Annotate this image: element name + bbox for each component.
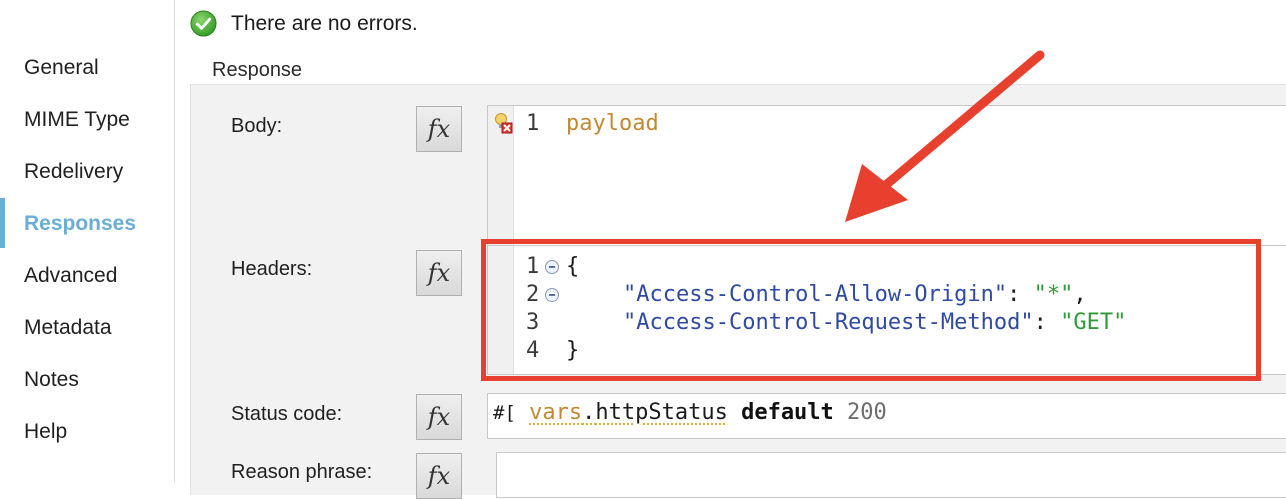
code-line: #[ vars.httpStatus default 200 xyxy=(493,400,887,425)
sidebar-item-help[interactable]: Help xyxy=(24,420,67,444)
headers-fx-button[interactable]: fx xyxy=(416,250,462,296)
status-code-fx-button[interactable]: fx xyxy=(416,394,462,440)
sidebar-item-general[interactable]: General xyxy=(24,56,99,80)
headers-label: Headers: xyxy=(231,258,313,280)
body-label: Body: xyxy=(231,115,283,137)
reason-phrase-fx-button[interactable]: fx xyxy=(416,453,462,499)
body-fx-button[interactable]: fx xyxy=(416,106,462,152)
status-code-editor[interactable]: #[ vars.httpStatus default 200 xyxy=(487,393,1286,439)
active-indicator xyxy=(0,198,5,248)
sidebar-item-redelivery[interactable]: Redelivery xyxy=(24,160,123,184)
sidebar-item-responses[interactable]: Responses xyxy=(24,212,136,236)
fx-icon: fx xyxy=(427,403,451,431)
status-code-label: Status code: xyxy=(231,403,343,425)
sidebar-item-mime-type[interactable]: MIME Type xyxy=(24,108,130,132)
annotation-highlight-box xyxy=(481,239,1261,381)
code-line: payload xyxy=(566,111,659,136)
reason-phrase-input[interactable] xyxy=(496,452,1286,498)
reason-phrase-label: Reason phrase: xyxy=(231,461,373,483)
check-circle-icon xyxy=(190,10,217,37)
sidebar-item-notes[interactable]: Notes xyxy=(24,368,79,392)
sidebar-item-metadata[interactable]: Metadata xyxy=(24,316,112,340)
sidebar-nav: General MIME Type Redelivery Responses A… xyxy=(0,0,175,482)
fx-icon: fx xyxy=(427,259,451,287)
body-editor[interactable]: 1 payload xyxy=(487,105,1286,255)
status-message: There are no errors. xyxy=(231,11,418,35)
sidebar-item-advanced[interactable]: Advanced xyxy=(24,264,117,288)
line-number: 1 xyxy=(526,111,540,136)
validation-status: There are no errors. xyxy=(190,10,418,37)
warning-bulb-icon xyxy=(495,113,513,134)
fx-icon: fx xyxy=(427,115,451,143)
fx-icon: fx xyxy=(427,462,451,490)
section-title: Response xyxy=(212,59,303,81)
